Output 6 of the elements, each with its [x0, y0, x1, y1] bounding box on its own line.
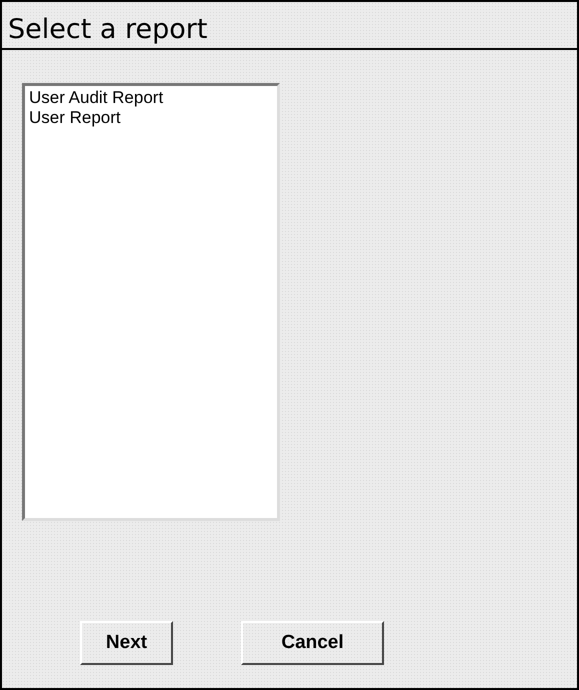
next-button[interactable]: Next: [80, 621, 173, 665]
cancel-button[interactable]: Cancel: [241, 621, 384, 665]
list-item[interactable]: User Audit Report: [28, 88, 164, 108]
dialog-title: Select a report: [2, 10, 577, 50]
report-list[interactable]: User Audit Report User Report: [22, 83, 280, 521]
list-item[interactable]: User Report: [28, 108, 122, 128]
